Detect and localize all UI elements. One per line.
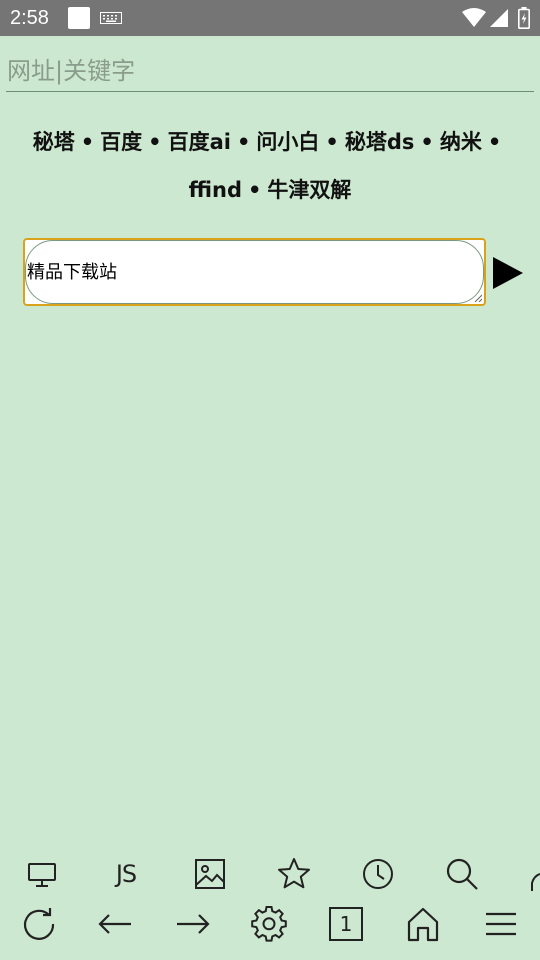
search-box: 精品下载站 [23,238,486,306]
menu-button[interactable] [479,902,523,946]
back-arrow-icon [98,914,131,934]
refresh-icon [23,908,55,940]
resize-grip-icon[interactable] [474,294,482,302]
more-icon [531,873,540,891]
wifi-icon [462,8,486,27]
settings-button[interactable] [247,902,291,946]
back-button[interactable] [93,902,137,946]
quick-link-oxford[interactable]: 牛津双解 [267,178,351,202]
quick-link-baidu[interactable]: 百度 [100,130,142,154]
quick-link-nami[interactable]: 纳米 [440,130,482,154]
history-button[interactable] [356,852,400,896]
separator: • [236,130,251,154]
quick-link-wenxiaobai[interactable]: 问小白 [256,130,319,154]
tab-count: 1 [339,912,353,936]
home-button[interactable] [401,902,445,946]
forward-button[interactable] [171,902,215,946]
image-icon [195,859,225,889]
gear-icon [251,906,287,942]
desktop-mode-button[interactable] [20,852,64,896]
separator: • [148,130,162,154]
separator: • [80,130,95,154]
js-button[interactable]: JS [104,852,148,896]
play-icon[interactable] [492,256,524,290]
quick-link-ffind[interactable]: ffind [189,178,242,202]
more-button[interactable] [520,852,540,896]
clock-icon [363,859,393,889]
image-button[interactable] [188,852,232,896]
find-button[interactable] [440,852,484,896]
quick-links: 秘塔 • 百度 • 百度ai • 问小白 • 秘塔ds • 纳米 • ffind • 牛津双解 [20,118,520,214]
forward-arrow-icon [177,914,210,934]
keyboard-icon [100,12,122,24]
status-time: 2:58 [10,7,49,29]
menu-icon [486,912,516,936]
separator: • [420,130,434,154]
star-icon [278,858,310,889]
search-icon [446,858,478,890]
address-input[interactable] [6,50,534,92]
notification-square-icon [68,7,90,29]
desktop-icon [28,863,56,887]
search-textarea[interactable]: 精品下载站 [27,258,467,290]
separator: • [325,130,339,154]
battery-charging-icon [518,7,530,29]
signal-icon [490,9,508,27]
refresh-button[interactable] [17,902,61,946]
separator: • [247,178,262,202]
quick-link-mita-ds[interactable]: 秘塔ds [345,130,415,154]
js-icon: JS [115,860,137,888]
bookmark-button[interactable] [272,852,316,896]
toolbar-top: JS [0,852,540,902]
quick-link-mita[interactable]: 秘塔 [33,130,75,154]
status-bar: 2:58 [0,0,540,36]
toolbar-bottom: 1 [0,902,540,952]
separator: • [487,130,502,154]
quick-link-baidu-ai[interactable]: 百度ai [168,130,231,154]
home-icon [407,907,439,942]
tabs-button[interactable]: 1 [324,902,368,946]
